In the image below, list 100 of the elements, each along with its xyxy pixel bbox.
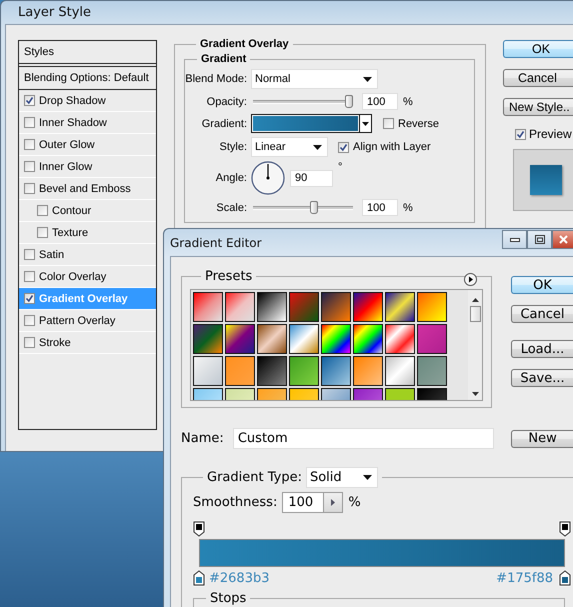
opacity-stop-icon[interactable] [193, 521, 205, 537]
style-list-item[interactable]: Texture [19, 222, 156, 244]
checkbox[interactable] [24, 315, 35, 326]
checkbox[interactable] [37, 205, 48, 216]
list-header[interactable]: Styles [19, 41, 156, 64]
smoothness-field[interactable]: 100 [282, 492, 324, 513]
style-select[interactable]: Linear [251, 137, 328, 157]
minimize-icon [510, 238, 520, 242]
scroll-down-icon[interactable] [472, 392, 478, 396]
gradient-type-select[interactable]: Solid [306, 467, 378, 488]
field-label: Opacity: [206, 96, 247, 108]
preset-swatch[interactable] [321, 292, 351, 322]
checkbox[interactable] [338, 142, 349, 152]
close-button[interactable] [552, 230, 573, 249]
style-list-item[interactable]: Satin [19, 244, 156, 266]
checkbox[interactable] [24, 183, 35, 194]
slider-thumb[interactable] [310, 201, 318, 214]
preview-swatch [530, 165, 562, 195]
opacity-field[interactable]: 100 [362, 93, 398, 110]
field-label: Smoothness: [193, 495, 278, 510]
checkbox-label: Align with Layer [353, 141, 431, 153]
style-list-item[interactable]: Inner Shadow [19, 112, 156, 134]
dialog-button[interactable]: Cancel [511, 305, 573, 323]
style-list-item[interactable]: Stroke [19, 332, 156, 354]
scrollbar-thumb[interactable] [470, 306, 480, 322]
preset-swatch[interactable] [417, 292, 447, 322]
arrow-icon [331, 499, 336, 506]
preset-swatch[interactable] [289, 324, 319, 354]
dialog-button[interactable]: Save... [511, 369, 573, 387]
checkbox[interactable] [37, 227, 48, 238]
gradient-picker[interactable] [251, 114, 372, 133]
style-list-item[interactable]: Bevel and Emboss [19, 178, 156, 200]
field-label: Scale: [215, 202, 247, 214]
caret-icon [362, 475, 372, 480]
checkbox[interactable] [24, 117, 35, 128]
style-list-item[interactable]: Pattern Overlay [19, 310, 156, 332]
dialog-button[interactable]: New Style.. [503, 98, 573, 116]
preset-swatch[interactable] [225, 324, 255, 354]
preset-swatch[interactable] [417, 356, 447, 386]
spin-button[interactable] [323, 492, 344, 513]
style-list-item[interactable]: Contour [19, 200, 156, 222]
group-title: Gradient [200, 53, 248, 65]
preset-swatch[interactable] [385, 356, 415, 386]
preset-swatch[interactable] [385, 324, 415, 354]
color-stop-label: #2683b3 [209, 570, 270, 586]
style-list-item[interactable]: Outer Glow [19, 134, 156, 156]
preset-swatch[interactable] [417, 324, 447, 354]
dialog-button[interactable]: Cancel [503, 69, 573, 87]
preset-swatch[interactable] [257, 356, 287, 386]
preset-swatch[interactable] [321, 324, 351, 354]
preset-swatch[interactable] [353, 324, 383, 354]
window-title: Gradient Editor [170, 236, 262, 250]
new-button[interactable]: New [511, 430, 573, 448]
preset-swatch[interactable] [353, 292, 383, 322]
name-field[interactable]: Custom [232, 428, 494, 449]
preset-swatch[interactable] [385, 292, 415, 322]
preset-swatch[interactable] [289, 356, 319, 386]
color-stop-icon[interactable] [193, 570, 205, 586]
window-title: Layer Style [18, 5, 92, 20]
minimize-button[interactable] [502, 230, 527, 249]
checkbox[interactable] [383, 118, 394, 129]
maximize-icon [534, 235, 544, 244]
maximize-button[interactable] [527, 230, 552, 249]
checkbox[interactable] [24, 337, 35, 348]
preset-swatch[interactable] [257, 324, 287, 354]
unit-label: ° [338, 161, 342, 173]
scroll-up-icon[interactable] [472, 298, 478, 302]
preset-swatch[interactable] [257, 292, 287, 322]
color-stop-icon[interactable] [559, 570, 571, 586]
preset-swatch[interactable] [353, 356, 383, 386]
preset-swatch[interactable] [193, 356, 223, 386]
checkbox[interactable] [515, 128, 526, 140]
preset-swatch[interactable] [193, 324, 223, 354]
dialog-button[interactable]: OK [503, 40, 573, 58]
section-title: Stops [209, 591, 248, 606]
field-label: Name: [181, 431, 225, 446]
angle-dial[interactable] [251, 161, 285, 195]
preset-swatch[interactable] [321, 356, 351, 386]
style-list-item[interactable]: Drop Shadow [19, 90, 156, 112]
checkbox[interactable] [24, 249, 35, 260]
preset-swatch[interactable] [225, 356, 255, 386]
angle-field[interactable]: 90 [290, 170, 333, 186]
checkbox[interactable] [24, 139, 35, 150]
scrollbar[interactable] [468, 290, 482, 400]
preset-swatch[interactable] [193, 292, 223, 322]
dialog-button[interactable]: OK [511, 276, 573, 294]
caret-icon [313, 144, 322, 150]
checkbox[interactable] [24, 95, 35, 106]
checkbox[interactable] [24, 161, 35, 172]
style-list-item[interactable]: Inner Glow [19, 156, 156, 178]
preset-swatch[interactable] [225, 292, 255, 322]
list-item[interactable]: Blending Options: Default [19, 66, 156, 90]
opacity-stop-icon[interactable] [559, 521, 571, 537]
dialog-button[interactable]: Load... [511, 340, 573, 358]
checkbox[interactable] [24, 271, 35, 282]
preset-swatch[interactable] [289, 292, 319, 322]
slider-thumb[interactable] [345, 95, 353, 108]
blend-mode-select[interactable]: Normal [251, 69, 378, 89]
scale-field[interactable]: 100 [362, 199, 398, 216]
checkbox[interactable] [24, 293, 35, 304]
